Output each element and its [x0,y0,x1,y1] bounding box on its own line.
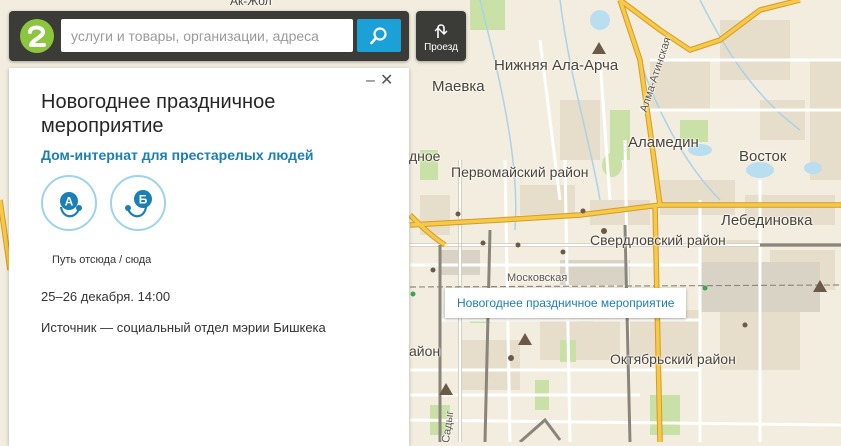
map-label-lebedinovka: Лебединовка [721,212,813,229]
search-icon [370,26,387,44]
minimize-icon[interactable]: – [366,72,378,90]
event-date: 25–26 декабря. 14:00 [41,289,171,304]
search-bar [9,11,409,61]
map-label-pervomaisky: Первомайский район [451,164,589,180]
route-from-letter: А [65,195,74,209]
map-label-partial-ion: айон [409,343,441,359]
map-label-oktyabrsky: Октябрьский район [610,351,736,367]
2gis-logo-icon[interactable] [19,18,55,54]
card-title: Новогоднее праздничное мероприятие [41,91,276,137]
organization-link[interactable]: Дом-интернат для престарелых людей [41,147,313,163]
map-label-maevka: Маевка [432,78,485,95]
route-to-letter: Б [139,193,148,207]
map-label-vostok: Восток [739,148,787,165]
map-label-alamedin: Аламедин [628,134,699,151]
event-source: Источник — социальный отдел мэрии Бишкек… [41,320,326,335]
map-label-sverdlovsky: Свердловский район [590,232,726,248]
map-label-partial-noe: дное [409,148,441,164]
route-icon [434,23,448,38]
event-card: – ✕ Новогоднее праздничное мероприятие Д… [9,68,409,446]
route-from-button[interactable]: А [41,175,97,231]
map-label-ak-zhol: Ак-Жол [230,0,272,8]
close-icon[interactable]: ✕ [380,72,394,90]
route-to-button[interactable]: Б [110,175,166,231]
route-button[interactable]: Проезд [416,11,466,61]
map-label-moskovskaya: Московская [507,272,568,284]
search-button[interactable] [357,19,401,52]
map-tooltip[interactable]: Новогоднее праздничное мероприятие [445,288,687,318]
search-input[interactable] [61,19,353,52]
route-from-icon: А [59,192,82,218]
route-to-icon: Б [125,190,152,218]
route-button-label: Проезд [424,41,458,53]
route-caption: Путь отсюда / сюда [52,254,152,266]
map-label-nizhnyaya-ala-archa: Нижняя Ала-Арча [494,57,619,74]
